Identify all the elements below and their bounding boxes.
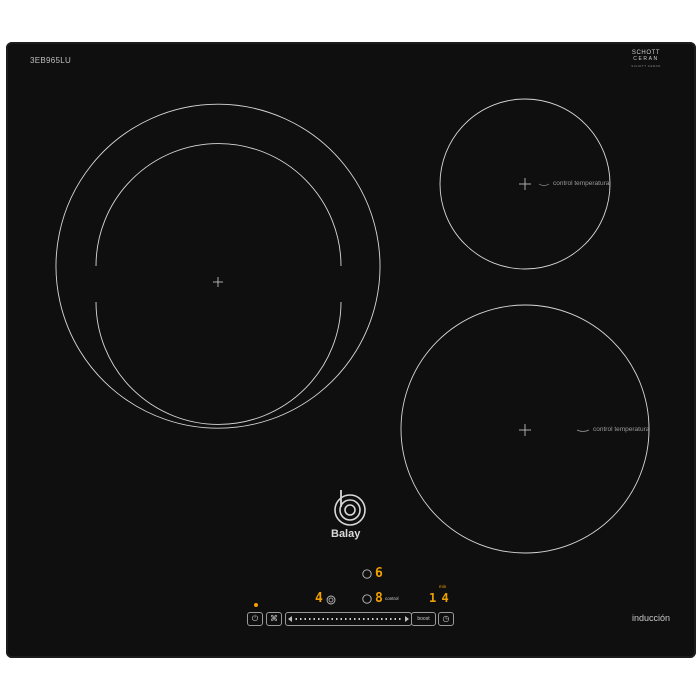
- display-timer-label: min: [439, 584, 447, 589]
- boost-button[interactable]: boost: [411, 612, 436, 626]
- timer-button[interactable]: ◷: [438, 612, 454, 626]
- display-timer-value: 1 4: [429, 591, 449, 605]
- balay-logo-icon: [334, 490, 366, 526]
- lock-button[interactable]: ⌘: [266, 612, 282, 626]
- display-left-digit: 4: [315, 591, 323, 606]
- display-top-digit: 6: [375, 566, 383, 581]
- power-slider[interactable]: [285, 612, 412, 626]
- zone-selector-icons: [326, 569, 372, 605]
- cooking-zones: [55, 98, 650, 605]
- display-mid-label: control: [385, 596, 399, 601]
- timer-icon: ◷: [442, 614, 450, 623]
- power-icon: ⏻: [251, 614, 259, 623]
- zone-bottom-right-label: control temperatura: [593, 426, 650, 433]
- slider-left-arrow-icon: [288, 616, 292, 622]
- induction-label: inducción: [632, 613, 671, 623]
- brand-logo-text: Balay: [331, 528, 361, 540]
- power-button[interactable]: ⏻: [247, 612, 263, 626]
- boost-label: boost: [417, 616, 430, 622]
- status-led: [254, 603, 258, 607]
- zone-top-right-label: control temperatura: [553, 180, 610, 187]
- slider-right-arrow-icon: [405, 616, 409, 622]
- lock-icon: ⌘: [270, 614, 278, 623]
- slider-track: [294, 618, 403, 620]
- zone-left-dual[interactable]: [55, 103, 381, 429]
- display-mid-digit: 8: [375, 591, 383, 606]
